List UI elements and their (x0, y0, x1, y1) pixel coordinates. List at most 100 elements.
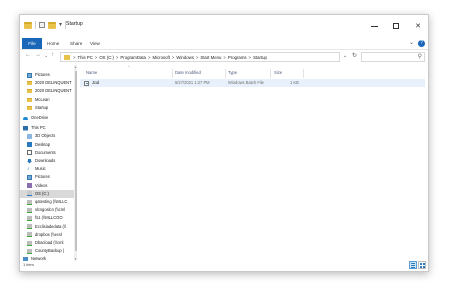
pictures-icon (27, 72, 32, 78)
nav-item[interactable]: Documents (20, 149, 74, 157)
item-count: 1 item (23, 262, 34, 267)
nav-item[interactable]: Startup (20, 104, 74, 112)
column-divider[interactable] (303, 69, 304, 78)
breadcrumb-windows[interactable]: Windows (176, 55, 193, 60)
tab-share[interactable]: Share (70, 38, 82, 49)
nav-item[interactable]: qatesting (\\MLLC (20, 198, 74, 206)
properties-icon[interactable] (39, 22, 45, 28)
address-dropdown-chevron-icon[interactable]: ⌄ (343, 53, 347, 59)
nav-item-label: OS (C:) (35, 190, 49, 196)
tab-view[interactable]: View (90, 38, 100, 49)
breadcrumb-programdata[interactable]: ProgramData (120, 55, 146, 60)
file-date-modified: 5/27/2021 1:27 PM (175, 80, 210, 85)
close-icon: ✕ (415, 23, 421, 30)
address-bar[interactable]: > This PC > OS (C:) > ProgramData > Micr… (60, 52, 340, 62)
breadcrumb-startup[interactable]: Startup (253, 55, 267, 60)
column-header-name[interactable]: Name (86, 69, 97, 77)
breadcrumb-programs[interactable]: Programs (228, 55, 247, 60)
nav-item[interactable]: OS (C:) (20, 189, 74, 198)
music-icon: ♪ (27, 165, 30, 172)
onedrive-icon (23, 116, 28, 120)
column-header-size[interactable]: Size (274, 69, 282, 77)
network-drive-icon (27, 224, 32, 230)
column-header-date[interactable]: Date modified (175, 69, 201, 77)
breadcrumb-this-pc[interactable]: This PC (78, 55, 93, 60)
nav-item[interactable]: ♪ Music (20, 165, 74, 173)
nav-item[interactable]: 2020 DELINQUENT (20, 79, 74, 87)
file-name[interactable]: Jcal (92, 79, 99, 87)
column-divider[interactable] (270, 69, 271, 78)
minimize-button[interactable] (364, 15, 384, 37)
refresh-icon[interactable]: ↻ (352, 52, 357, 59)
file-type: Windows Batch File (228, 80, 264, 85)
breadcrumb-separator: > (147, 54, 151, 60)
forward-arrow-icon[interactable]: → (35, 52, 41, 58)
file-list: Name ^ Date modified Type Size Jcal 5/27… (78, 65, 428, 261)
nav-item[interactable]: Ecclisiadedata (\\ (20, 223, 74, 231)
breadcrumb-microsoft[interactable]: Microsoft (152, 55, 169, 60)
large-icons-view-icon[interactable] (418, 261, 426, 269)
nav-item[interactable]: Videos (20, 182, 74, 190)
tab-file[interactable]: File (22, 38, 42, 49)
nav-item[interactable]: OneDrive (20, 114, 74, 122)
search-input[interactable]: ⚲ (361, 52, 425, 62)
tab-home[interactable]: Home (47, 38, 59, 49)
maximize-button[interactable] (386, 15, 406, 37)
close-button[interactable]: ✕ (408, 15, 428, 37)
nav-item-label: dropbox (\\ecsl (35, 231, 62, 237)
pictures-icon (27, 174, 32, 180)
up-arrow-icon[interactable]: ↑ (51, 52, 54, 58)
folder-icon (24, 21, 32, 29)
scroll-up-icon[interactable]: ▲ (74, 65, 77, 69)
nav-item[interactable]: Pictures (20, 173, 74, 181)
documents-icon (27, 150, 32, 156)
title-bar: ▾ Startup ✕ (20, 15, 428, 37)
nav-item-label: Music (35, 166, 46, 172)
breadcrumb-os-c[interactable]: OS (C:) (99, 55, 114, 60)
nav-item[interactable]: This PC (20, 124, 74, 132)
nav-item[interactable]: fs1 (\\MLLCOO (20, 214, 74, 222)
batch-file-icon (84, 80, 89, 86)
nav-item[interactable]: Dbacload (\\cml (20, 239, 74, 247)
network-drive-icon (27, 207, 32, 213)
back-arrow-icon[interactable]: ← (25, 52, 31, 58)
nav-item-label: Documents (35, 149, 56, 155)
nav-item[interactable]: Desktop (20, 141, 74, 149)
nav-item[interactable]: 3D Objects (20, 132, 74, 140)
details-view-icon[interactable] (409, 261, 417, 269)
network-drive-icon (27, 215, 32, 221)
nav-item-label: Videos (35, 182, 48, 188)
nav-item[interactable]: CountyBackup ( (20, 247, 74, 255)
nav-item[interactable]: Downloads (20, 157, 74, 165)
expand-ribbon-chevron-icon[interactable]: ⌄ (409, 39, 414, 46)
nav-item[interactable]: 2020 DELINQUENT (20, 87, 74, 95)
nav-item[interactable]: slcsgoslcn (\\cml (20, 206, 74, 214)
breadcrumb-separator: > (171, 54, 175, 60)
nav-item[interactable]: dropbox (\\ecsl (20, 231, 74, 239)
nav-item-label: Pictures (35, 174, 50, 180)
downloads-icon (27, 158, 32, 164)
nav-item-label: McLean (35, 96, 50, 102)
breadcrumb-start-menu[interactable]: Start Menu (200, 55, 221, 60)
column-header-type[interactable]: Type (228, 69, 237, 77)
customize-toolbar-chevron-icon[interactable]: ▾ (59, 22, 62, 28)
maximize-icon (393, 23, 399, 29)
column-divider[interactable] (225, 69, 226, 78)
nav-item[interactable]: McLean (20, 96, 74, 104)
nav-item-label: 2020 DELINQUENT (35, 88, 72, 94)
nav-item[interactable]: Pictures (20, 71, 74, 79)
column-divider[interactable] (172, 69, 173, 78)
help-icon[interactable]: ? (418, 40, 425, 47)
navigation-pane: Pictures 2020 DELINQUENT 2020 DELINQUENT Mc… (20, 65, 77, 261)
new-folder-icon[interactable] (48, 21, 56, 29)
network-drive-icon (27, 232, 32, 238)
navigation-scrollbar[interactable]: ▲ ▼ (74, 65, 77, 261)
folder-icon (64, 54, 70, 60)
scrollbar-thumb[interactable] (74, 71, 77, 251)
folder-icon (27, 81, 32, 86)
videos-icon (27, 183, 32, 189)
nav-item-label: Downloads (35, 158, 56, 163)
breadcrumb-separator: > (94, 54, 98, 60)
network-drive-icon (27, 240, 32, 246)
recent-locations-chevron-icon[interactable]: ⌄ (44, 53, 48, 59)
